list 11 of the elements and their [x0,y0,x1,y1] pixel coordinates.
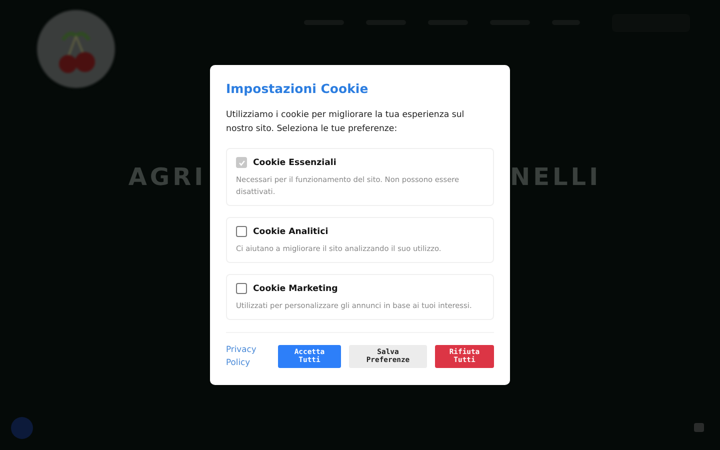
option-label: Cookie Essenziali [253,158,336,168]
privacy-policy-link[interactable]: Privacy Policy [226,343,270,369]
option-label: Cookie Marketing [253,284,338,294]
option-label: Cookie Analitici [253,226,328,236]
intro-text: Utilizziamo i cookie per migliorare la tua esperienza sul nostro sito. Seleziona le tue preferenze: [226,109,466,136]
checkbox[interactable] [236,226,247,237]
accessibility-button[interactable] [11,417,33,439]
dialog-title: Impostazioni Cookie [226,81,370,96]
checkbox[interactable] [236,283,247,294]
scroll-top-button[interactable] [694,423,704,432]
cherry-logo[interactable] [37,10,115,88]
